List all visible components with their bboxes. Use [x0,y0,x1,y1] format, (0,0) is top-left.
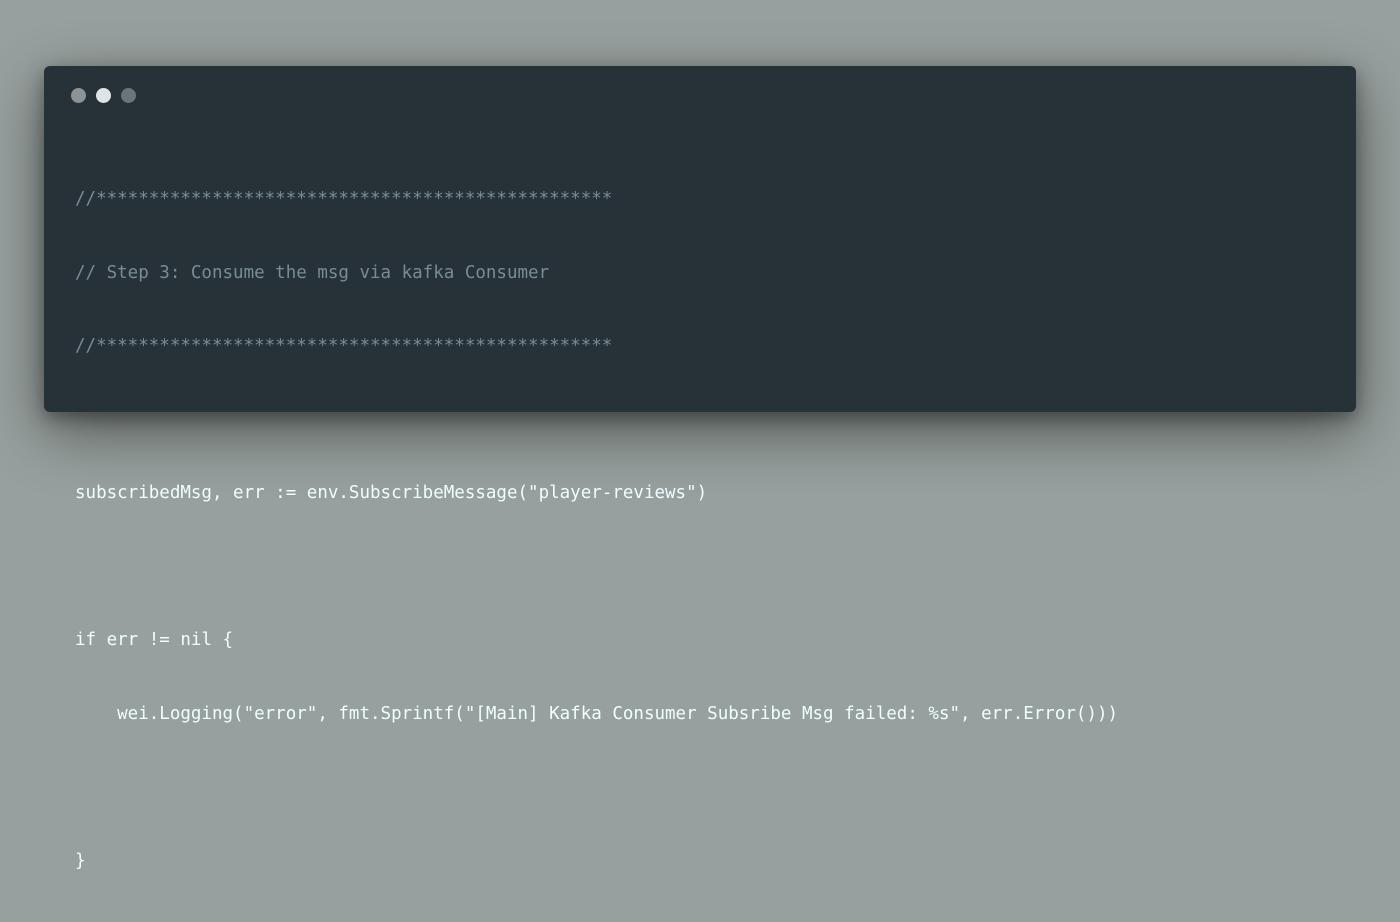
close-dot-icon[interactable] [71,88,86,103]
code-block: //**************************************… [75,138,1118,922]
window-controls [71,88,136,103]
code-line: } [75,850,86,871]
code-line-comment: //**************************************… [75,336,613,356]
code-line: wei.Logging("error", fmt.Sprintf("[Main]… [75,703,1119,724]
code-window: //**************************************… [44,66,1356,871]
code-line-comment: //**************************************… [75,189,613,209]
zoom-dot-icon[interactable] [121,88,136,103]
code-line-comment: // Step 3: Consume the msg via kafka Con… [75,262,550,283]
code-line: subscribedMsg, err := env.SubscribeMessa… [75,483,708,503]
minimize-dot-icon[interactable] [96,88,111,103]
code-line: if err != nil { [75,630,234,650]
